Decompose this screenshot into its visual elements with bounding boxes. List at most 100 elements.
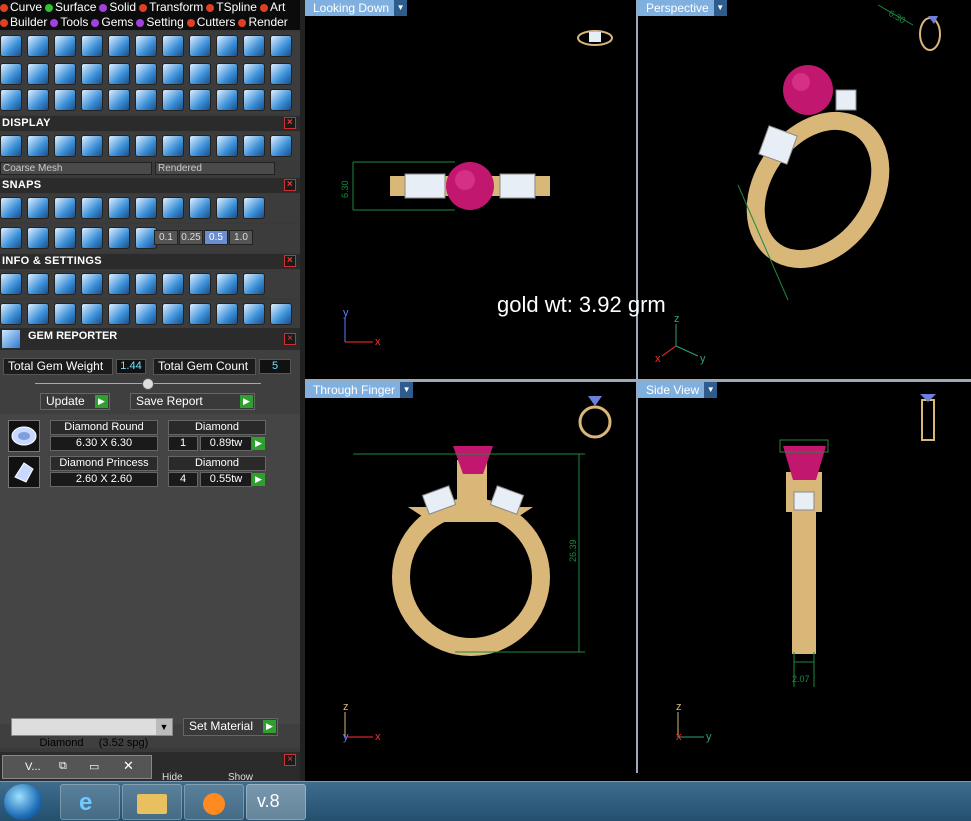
snap-value-button[interactable]: 0.1 xyxy=(154,230,178,245)
viewport-divider[interactable] xyxy=(305,379,971,382)
viewport-side-view[interactable]: Side View ▼ 2.07 z x y xyxy=(638,382,971,773)
show-toggle[interactable]: Show xyxy=(228,772,253,781)
tool-icon[interactable] xyxy=(81,273,103,295)
render-select[interactable]: Rendered xyxy=(155,162,275,175)
tool-icon[interactable] xyxy=(189,303,211,325)
gem-row[interactable]: Diamond Round Diamond 6.30 X 6.30 1 0.89… xyxy=(8,420,266,452)
close-icon[interactable]: ✕ xyxy=(123,758,134,774)
close-icon[interactable]: × xyxy=(284,333,296,345)
menu-item-tspline[interactable]: TSpline xyxy=(206,0,257,15)
tool-icon[interactable] xyxy=(270,35,292,57)
mesh-select[interactable]: Coarse Mesh xyxy=(0,162,152,175)
close-icon[interactable]: × xyxy=(284,179,296,191)
view-cube-icon[interactable] xyxy=(919,16,941,51)
tool-icon[interactable] xyxy=(54,135,76,157)
tool-icon[interactable] xyxy=(162,273,184,295)
snap-value-button[interactable]: 1.0 xyxy=(229,230,253,245)
tool-icon[interactable] xyxy=(81,197,103,219)
menu-item-curve[interactable]: Curve xyxy=(0,0,42,15)
tool-icon[interactable] xyxy=(243,89,265,111)
tool-icon[interactable] xyxy=(135,63,157,85)
view-cube-icon[interactable] xyxy=(578,396,612,439)
tool-icon[interactable] xyxy=(270,135,292,157)
tool-icon[interactable] xyxy=(27,197,49,219)
viewport-divider[interactable] xyxy=(636,0,638,773)
tool-icon[interactable] xyxy=(27,89,49,111)
tool-icon[interactable] xyxy=(162,89,184,111)
menu-item-surface[interactable]: Surface xyxy=(45,0,96,15)
tool-icon[interactable] xyxy=(0,227,22,249)
tool-icon[interactable] xyxy=(108,227,130,249)
tool-icon[interactable] xyxy=(27,227,49,249)
tool-icon[interactable] xyxy=(108,197,130,219)
tool-icon[interactable] xyxy=(189,89,211,111)
tool-icon[interactable] xyxy=(135,197,157,219)
media-player-icon[interactable] xyxy=(184,784,244,820)
close-icon[interactable]: × xyxy=(284,754,296,766)
tool-icon[interactable] xyxy=(216,135,238,157)
tool-icon[interactable] xyxy=(108,135,130,157)
tool-icon[interactable] xyxy=(54,197,76,219)
folder-icon[interactable] xyxy=(122,784,182,820)
tool-icon[interactable] xyxy=(162,303,184,325)
tool-icon[interactable] xyxy=(27,35,49,57)
tool-icon[interactable] xyxy=(243,303,265,325)
viewport-looking-down[interactable]: Looking Down ▼ 6.30 y x xyxy=(305,0,636,379)
close-icon[interactable]: × xyxy=(284,117,296,129)
tool-icon[interactable] xyxy=(81,303,103,325)
tool-icon[interactable] xyxy=(189,273,211,295)
tool-icon[interactable] xyxy=(270,89,292,111)
tool-icon[interactable] xyxy=(108,273,130,295)
tool-icon[interactable] xyxy=(243,63,265,85)
tool-icon[interactable] xyxy=(162,63,184,85)
tool-icon[interactable] xyxy=(54,273,76,295)
snap-value-button[interactable]: 0.5 xyxy=(204,230,228,245)
restore-icon[interactable]: ⧉ xyxy=(59,760,67,773)
tool-icon[interactable] xyxy=(27,63,49,85)
tool-icon[interactable] xyxy=(243,135,265,157)
tool-icon[interactable] xyxy=(189,197,211,219)
menu-item-solid[interactable]: Solid xyxy=(99,0,136,15)
tool-icon[interactable] xyxy=(135,303,157,325)
ie-icon[interactable]: e xyxy=(60,784,120,820)
tool-icon[interactable] xyxy=(0,197,22,219)
maximize-icon[interactable]: ▭ xyxy=(89,760,99,773)
play-icon[interactable]: ▶ xyxy=(252,437,265,450)
tool-icon[interactable] xyxy=(270,303,292,325)
tool-icon[interactable] xyxy=(189,35,211,57)
tool-icon[interactable] xyxy=(216,273,238,295)
tool-icon[interactable] xyxy=(162,35,184,57)
tool-icon[interactable] xyxy=(162,135,184,157)
tool-icon[interactable] xyxy=(135,89,157,111)
menu-item-builder[interactable]: Builder xyxy=(0,15,47,30)
hide-toggle[interactable]: Hide xyxy=(162,772,183,781)
tool-icon[interactable] xyxy=(216,89,238,111)
menu-item-render[interactable]: Render xyxy=(238,15,288,30)
tool-icon[interactable] xyxy=(81,135,103,157)
tool-icon[interactable] xyxy=(108,303,130,325)
menu-item-art[interactable]: Art xyxy=(259,0,285,15)
viewport-through-finger[interactable]: Through Finger ▼ 26.39 z y x xyxy=(305,382,636,773)
menu-item-transform[interactable]: Transform xyxy=(139,0,203,15)
tool-icon[interactable] xyxy=(243,35,265,57)
tool-icon[interactable] xyxy=(81,63,103,85)
tool-icon[interactable] xyxy=(270,63,292,85)
tool-icon[interactable] xyxy=(0,63,22,85)
tool-icon[interactable] xyxy=(216,197,238,219)
tool-icon[interactable] xyxy=(27,303,49,325)
tool-icon[interactable] xyxy=(54,303,76,325)
view-cube-icon[interactable] xyxy=(920,394,936,441)
tool-icon[interactable] xyxy=(189,135,211,157)
tool-icon[interactable] xyxy=(108,63,130,85)
play-icon[interactable]: ▶ xyxy=(252,473,265,486)
app-taskbar-button[interactable]: v.8 xyxy=(246,784,306,820)
tool-icon[interactable] xyxy=(243,273,265,295)
tool-icon[interactable] xyxy=(189,63,211,85)
update-button[interactable]: Update ▶ xyxy=(40,393,110,410)
save-report-button[interactable]: Save Report ▶ xyxy=(130,393,255,410)
tool-icon[interactable] xyxy=(216,303,238,325)
tool-icon[interactable] xyxy=(81,89,103,111)
close-icon[interactable]: × xyxy=(284,255,296,267)
tool-icon[interactable] xyxy=(0,303,22,325)
menu-item-gems[interactable]: Gems xyxy=(91,15,133,30)
